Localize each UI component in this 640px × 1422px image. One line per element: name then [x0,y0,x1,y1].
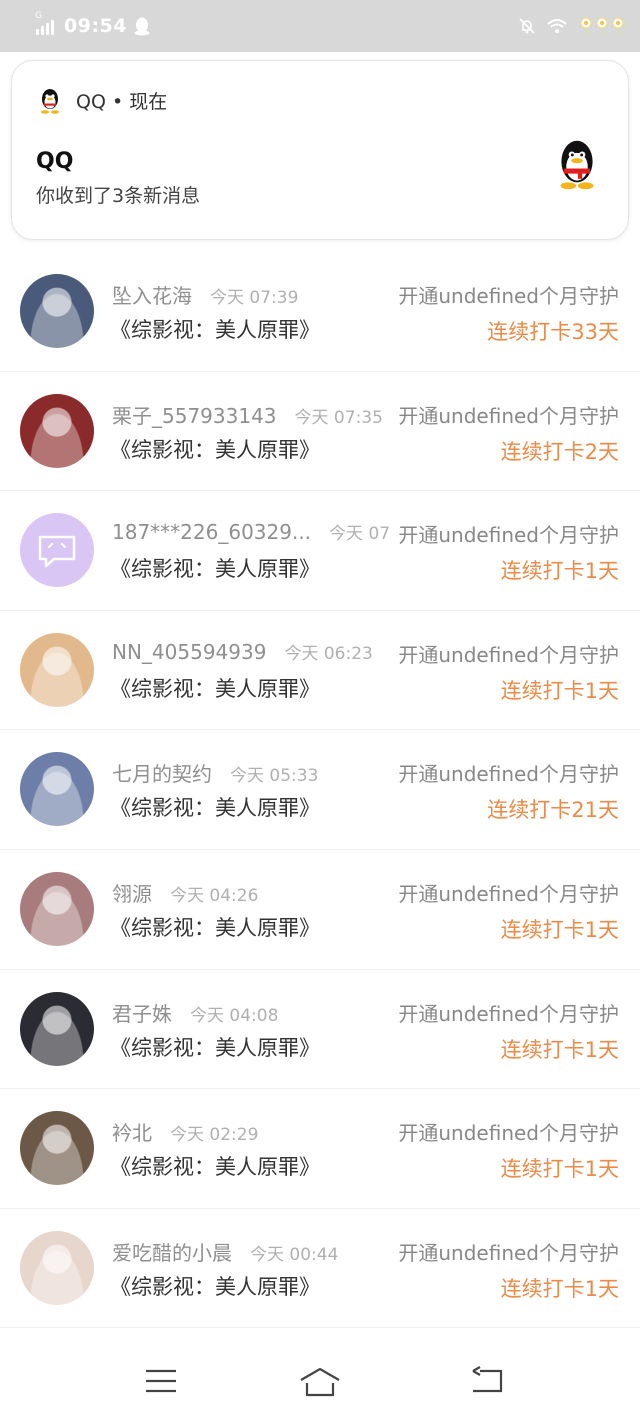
guard-action: 开通undefined个月守护 [398,1001,619,1026]
checkin-streak: 连续打卡33天 [487,320,619,344]
name-line: 爱吃醋的小晨 今天 00:44 [112,1237,390,1266]
checkin-streak: 连续打卡1天 [500,1037,619,1062]
notification-title: QQ [36,149,74,174]
avatar[interactable] [20,1230,94,1305]
timestamp: 今天 07:3 [329,524,390,545]
qq-app-icon [41,88,59,114]
notification-card[interactable]: QQ • 现在 QQ 你收到了3条新消息 [11,60,629,240]
battery-icon [580,17,624,34]
status-bar: G 09:54 [0,0,640,52]
guard-action: 开通undefined个月守护 [398,523,619,548]
list-item[interactable]: 栗子_557933143 今天 07:35 《综影视：美人原罪》 开通undef… [0,372,640,492]
book-title: 《综影视：美人原罪》 [110,1274,320,1299]
name-line: 栗子_557933143 今天 07:35 [112,400,390,429]
guard-list: 坠入花海 今天 07:39 《综影视：美人原罪》 开通undefined个月守护… [0,252,640,1329]
avatar[interactable] [20,752,94,827]
book-title: 《综影视：美人原罪》 [110,1035,320,1060]
list-item[interactable]: 187***226_60329... 今天 07:3 《综影视：美人原罪》 开通… [0,491,640,611]
user-name[interactable]: 翎源 [112,878,152,907]
book-title: 《综影视：美人原罪》 [110,318,320,342]
avatar[interactable] [20,871,94,946]
name-line: 翎源 今天 04:26 [112,878,390,907]
timestamp: 今天 07:35 [294,407,383,428]
checkin-streak: 连续打卡2天 [500,439,619,464]
notification-app-label: QQ • 现在 [76,91,168,113]
avatar[interactable] [20,632,94,707]
back-icon[interactable] [470,1366,506,1396]
checkin-streak: 连续打卡21天 [487,798,619,823]
qq-penguin-icon [560,140,594,190]
book-title: 《综影视：美人原罪》 [110,1155,320,1180]
list-item[interactable]: 君子姝 今天 04:08 《综影视：美人原罪》 开通undefined个月守护 … [0,970,640,1090]
signal-icon: G [35,11,54,35]
qq-status-icon [134,17,150,36]
user-name[interactable]: 衿北 [112,1117,152,1146]
checkin-streak: 连续打卡1天 [500,678,619,703]
avatar[interactable] [20,513,94,588]
name-line: 君子姝 今天 04:08 [112,998,390,1027]
status-left: G 09:54 [35,11,151,37]
user-name[interactable]: 坠入花海 [112,280,192,309]
checkin-streak: 连续打卡1天 [500,1276,619,1301]
list-item[interactable]: 七月的契约 今天 05:33 《综影视：美人原罪》 开通undefined个月守… [0,730,640,850]
avatar[interactable] [20,274,94,348]
book-title: 《综影视：美人原罪》 [110,796,320,821]
timestamp: 今天 00:44 [250,1244,339,1265]
guard-action: 开通undefined个月守护 [398,762,619,787]
timestamp: 今天 05:33 [230,766,319,787]
user-name[interactable]: NN_405594939 [112,640,266,664]
guard-action: 开通undefined个月守护 [398,1240,619,1265]
avatar[interactable] [20,393,94,468]
notification-body: 你收到了3条新消息 [36,185,201,207]
book-title: 《综影视：美人原罪》 [110,557,320,582]
timestamp: 今天 04:26 [170,885,259,906]
name-line: 衿北 今天 02:29 [112,1117,390,1146]
checkin-streak: 连续打卡1天 [500,1157,619,1182]
home-icon[interactable] [298,1366,342,1398]
status-right [518,16,626,36]
name-line: 187***226_60329... 今天 07:3 [112,519,390,544]
name-line: 坠入花海 今天 07:39 [112,280,390,309]
user-name[interactable]: 栗子_557933143 [112,400,277,429]
timestamp: 今天 04:08 [190,1005,279,1026]
name-line: 七月的契约 今天 05:33 [112,758,390,787]
user-name[interactable]: 君子姝 [112,998,172,1027]
wifi-icon [547,19,567,33]
list-item[interactable]: 翎源 今天 04:26 《综影视：美人原罪》 开通undefined个月守护 连… [0,850,640,970]
name-line: NN_405594939 今天 06:23 [112,639,390,664]
list-item[interactable]: NN_405594939 今天 06:23 《综影视：美人原罪》 开通undef… [0,611,640,731]
guard-action: 开通undefined个月守护 [398,881,619,906]
status-time: 09:54 [64,15,127,37]
guard-action: 开通undefined个月守护 [398,284,619,308]
list-item[interactable]: 爱吃醋的小晨 今天 00:44 《综影视：美人原罪》 开通undefined个月… [0,1209,640,1329]
checkin-streak: 连续打卡1天 [500,917,619,942]
chat-bubble-icon [38,535,76,568]
navigation-bar [0,1340,640,1422]
user-name[interactable]: 187***226_60329... [112,520,311,544]
network-type: G [35,11,42,21]
list-item[interactable]: 坠入花海 今天 07:39 《综影视：美人原罪》 开通undefined个月守护… [0,252,640,372]
mute-icon [519,18,535,34]
checkin-streak: 连续打卡1天 [500,559,619,584]
avatar[interactable] [20,991,94,1066]
guard-action: 开通undefined个月守护 [398,403,619,428]
menu-icon[interactable] [145,1366,177,1396]
timestamp: 今天 07:39 [210,288,299,308]
guard-action: 开通undefined个月守护 [398,642,619,667]
list-item[interactable]: 衿北 今天 02:29 《综影视：美人原罪》 开通undefined个月守护 连… [0,1089,640,1209]
user-name[interactable]: 七月的契约 [112,758,212,787]
timestamp: 今天 02:29 [170,1125,259,1146]
timestamp: 今天 06:23 [284,643,373,664]
avatar[interactable] [20,1111,94,1186]
book-title: 《综影视：美人原罪》 [110,437,320,462]
book-title: 《综影视：美人原罪》 [110,915,320,940]
book-title: 《综影视：美人原罪》 [110,676,320,701]
notification-header: QQ • 现在 [38,87,167,114]
user-name[interactable]: 爱吃醋的小晨 [112,1237,232,1266]
guard-action: 开通undefined个月守护 [398,1121,619,1146]
